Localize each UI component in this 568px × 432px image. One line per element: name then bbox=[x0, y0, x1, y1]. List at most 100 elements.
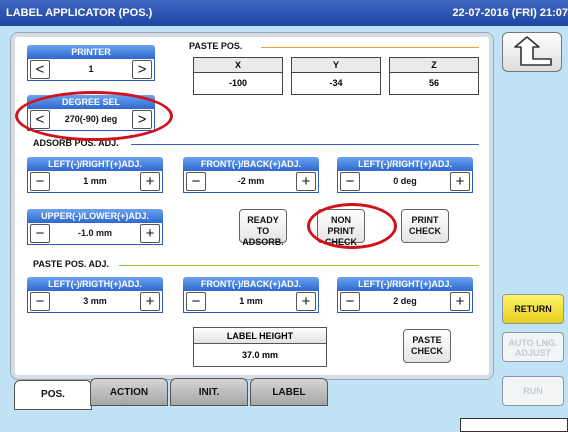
tab-label[interactable]: LABEL bbox=[250, 378, 328, 406]
adsorb-fb-header: FRONT(-)/BACK(+)ADJ. bbox=[183, 157, 319, 171]
nonprint-line1: NON PRINT bbox=[327, 215, 355, 236]
datetime-display: 22-07-2016 (FRI) 21:07 bbox=[452, 7, 568, 19]
degree-control: < 270(-90) deg > bbox=[27, 109, 155, 131]
print-check-button[interactable]: PRINT CHECK bbox=[401, 209, 449, 243]
printer-next-button[interactable]: > bbox=[132, 60, 152, 79]
adsorb-lr-adjust: LEFT(-)/RIGHT(+)ADJ. − 1 mm + bbox=[27, 157, 163, 193]
back-button[interactable] bbox=[502, 32, 562, 72]
title-bar: LABEL APPLICATOR (POS.) 22-07-2016 (FRI)… bbox=[0, 0, 568, 26]
adsorb-ul-minus-button[interactable]: − bbox=[30, 224, 50, 243]
paste-z-label: Z bbox=[390, 58, 478, 73]
paste-rot-plus-button[interactable]: + bbox=[450, 292, 470, 311]
adsorb-fb-value: -2 mm bbox=[237, 176, 265, 186]
adsorb-fb-plus-button[interactable]: + bbox=[296, 172, 316, 191]
paste-lr-plus-button[interactable]: + bbox=[140, 292, 160, 311]
auto-adjust-line2: ADJUST bbox=[514, 348, 551, 358]
auto-length-adjust-button[interactable]: AUTO LNG. ADJUST bbox=[502, 332, 564, 362]
adsorb-lr-header: LEFT(-)/RIGHT(+)ADJ. bbox=[27, 157, 163, 171]
degree-header: DEGREE SEL bbox=[27, 95, 155, 109]
tab-init[interactable]: INIT. bbox=[170, 378, 248, 406]
degree-next-button[interactable]: > bbox=[132, 110, 152, 129]
printer-value: 1 bbox=[88, 64, 94, 74]
paste-check-line1: PASTE bbox=[412, 335, 442, 345]
status-box bbox=[460, 418, 568, 432]
adsorb-fb-adjust: FRONT(-)/BACK(+)ADJ. − -2 mm + bbox=[183, 157, 319, 193]
main-panel: PRINTER < 1 > DEGREE SEL < 270(-90) deg … bbox=[10, 32, 494, 380]
print-line1: PRINT bbox=[411, 215, 439, 225]
paste-lr-control: − 3 mm + bbox=[27, 291, 163, 313]
adsorb-ul-value: -1.0 mm bbox=[77, 228, 112, 238]
adsorb-lr-minus-button[interactable]: − bbox=[30, 172, 50, 191]
adsorb-lr-control: − 1 mm + bbox=[27, 171, 163, 193]
paste-fb-adjust: FRONT(-)/BACK(+)ADJ. − 1 mm + bbox=[183, 277, 319, 313]
paste-fb-value: 1 mm bbox=[239, 296, 263, 306]
degree-prev-button[interactable]: < bbox=[30, 110, 50, 129]
ready-line2: ADSORB. bbox=[242, 237, 284, 247]
adsorb-title: ADSORB POS. ADJ. bbox=[33, 138, 119, 148]
label-height-label: LABEL HEIGHT bbox=[194, 328, 326, 344]
paste-pos-rule bbox=[261, 47, 479, 48]
ready-line1: READY TO bbox=[247, 215, 279, 236]
print-line2: CHECK bbox=[408, 226, 441, 236]
adsorb-lr-plus-button[interactable]: + bbox=[140, 172, 160, 191]
paste-rot-header: LEFT(-)/RIGHT(+)ADJ. bbox=[337, 277, 473, 291]
paste-z-value: 56 bbox=[428, 78, 439, 88]
paste-rot-control: − 2 deg + bbox=[337, 291, 473, 313]
paste-rot-adjust: LEFT(-)/RIGHT(+)ADJ. − 2 deg + bbox=[337, 277, 473, 313]
paste-y-box: Y -34 bbox=[291, 57, 381, 95]
back-arrow-icon bbox=[514, 36, 552, 66]
paste-rot-minus-button[interactable]: − bbox=[340, 292, 360, 311]
adsorb-rule bbox=[131, 144, 479, 145]
adsorb-lr-value: 1 mm bbox=[83, 176, 107, 186]
tab-pos[interactable]: POS. bbox=[14, 380, 92, 410]
paste-rot-value: 2 deg bbox=[393, 296, 417, 306]
label-height-value: 37.0 mm bbox=[241, 350, 279, 360]
adsorb-ul-adjust: UPPER(-)/LOWER(+)ADJ. − -1.0 mm + bbox=[27, 209, 163, 245]
non-print-check-button[interactable]: NON PRINT CHECK bbox=[317, 209, 365, 247]
adsorb-rot-minus-button[interactable]: − bbox=[340, 172, 360, 191]
auto-adjust-line1: AUTO LNG. bbox=[508, 338, 558, 348]
paste-fb-header: FRONT(-)/BACK(+)ADJ. bbox=[183, 277, 319, 291]
adsorb-ul-plus-button[interactable]: + bbox=[140, 224, 160, 243]
paste-y-value: -34 bbox=[329, 78, 343, 88]
paste-check-line2: CHECK bbox=[410, 346, 443, 356]
printer-header: PRINTER bbox=[27, 45, 155, 59]
adsorb-rot-plus-button[interactable]: + bbox=[450, 172, 470, 191]
adsorb-fb-minus-button[interactable]: − bbox=[186, 172, 206, 191]
adsorb-ul-control: − -1.0 mm + bbox=[27, 223, 163, 245]
paste-lr-adjust: LEFT(-)/RIGTH(+)ADJ. − 3 mm + bbox=[27, 277, 163, 313]
adsorb-fb-control: − -2 mm + bbox=[183, 171, 319, 193]
return-button[interactable]: RETURN bbox=[502, 294, 564, 324]
paste-pos-title: PASTE POS. bbox=[189, 41, 243, 51]
printer-selector: PRINTER < 1 > bbox=[27, 45, 155, 81]
adsorb-rot-value: 0 deg bbox=[393, 176, 417, 186]
adsorb-rot-control: − 0 deg + bbox=[337, 171, 473, 193]
degree-value: 270(-90) deg bbox=[64, 114, 118, 124]
paste-adj-rule bbox=[119, 265, 479, 266]
ready-to-adsorb-button[interactable]: READY TO ADSORB. bbox=[239, 209, 287, 247]
paste-x-label: X bbox=[194, 58, 282, 73]
nonprint-line2: CHECK bbox=[324, 237, 357, 247]
adsorb-rot-adjust: LEFT(-)/RIGHT(+)ADJ. − 0 deg + bbox=[337, 157, 473, 193]
paste-adj-title: PASTE POS. ADJ. bbox=[33, 259, 110, 269]
paste-check-button[interactable]: PASTE CHECK bbox=[403, 329, 451, 363]
printer-prev-button[interactable]: < bbox=[30, 60, 50, 79]
paste-lr-header: LEFT(-)/RIGTH(+)ADJ. bbox=[27, 277, 163, 291]
degree-selector: DEGREE SEL < 270(-90) deg > bbox=[27, 95, 155, 131]
paste-fb-minus-button[interactable]: − bbox=[186, 292, 206, 311]
printer-control: < 1 > bbox=[27, 59, 155, 81]
adsorb-rot-header: LEFT(-)/RIGHT(+)ADJ. bbox=[337, 157, 473, 171]
paste-fb-control: − 1 mm + bbox=[183, 291, 319, 313]
paste-x-value: -100 bbox=[228, 78, 247, 88]
adsorb-ul-header: UPPER(-)/LOWER(+)ADJ. bbox=[27, 209, 163, 223]
label-height-box: LABEL HEIGHT 37.0 mm bbox=[193, 327, 327, 367]
paste-fb-plus-button[interactable]: + bbox=[296, 292, 316, 311]
paste-lr-value: 3 mm bbox=[83, 296, 107, 306]
tab-action[interactable]: ACTION bbox=[90, 378, 168, 406]
run-button[interactable]: RUN bbox=[502, 376, 564, 406]
window-title: LABEL APPLICATOR (POS.) bbox=[6, 7, 153, 19]
paste-x-box: X -100 bbox=[193, 57, 283, 95]
paste-lr-minus-button[interactable]: − bbox=[30, 292, 50, 311]
paste-y-label: Y bbox=[292, 58, 380, 73]
paste-z-box: Z 56 bbox=[389, 57, 479, 95]
